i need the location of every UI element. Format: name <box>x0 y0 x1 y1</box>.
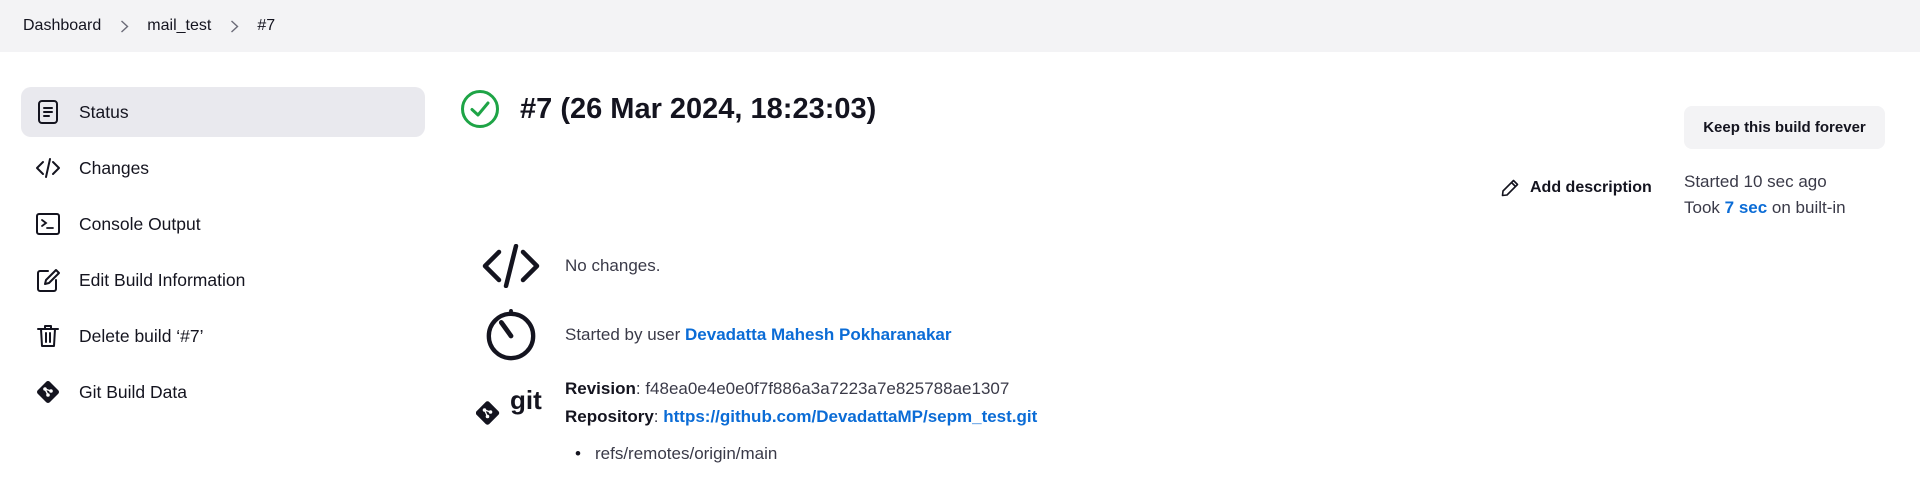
revision-row: Revision: f48ea0e4e0e0f7f886a3a7223a7e82… <box>565 379 1010 398</box>
sidebar-item-label: Delete build ‘#7’ <box>79 325 204 346</box>
repository-link[interactable]: https://github.com/DevadattaMP/sepm_test… <box>663 407 1037 426</box>
trash-icon <box>35 323 61 349</box>
breadcrumb-job[interactable]: mail_test <box>147 17 211 35</box>
breadcrumb-dashboard[interactable]: Dashboard <box>23 17 101 35</box>
sidebar-item-label: Git Build Data <box>79 381 187 402</box>
sidebar-item-label: Console Output <box>79 213 201 234</box>
sidebar-item-console-output[interactable]: Console Output <box>21 199 425 249</box>
started-text: Started 10 sec ago <box>1684 172 1827 191</box>
success-check-icon <box>461 90 499 128</box>
add-description-label: Add description <box>1530 179 1652 196</box>
branch-list: refs/remotes/origin/main <box>575 444 777 464</box>
git-logo-text: git <box>510 385 542 415</box>
build-duration-link[interactable]: 7 sec <box>1725 198 1768 217</box>
user-link[interactable]: Devadatta Mahesh Pokharanakar <box>685 325 951 344</box>
breadcrumb: Dashboard mail_test #7 <box>0 0 1920 52</box>
changes-text: No changes. <box>565 256 661 275</box>
terminal-icon <box>35 211 61 237</box>
build-cause: Started by user Devadatta Mahesh Pokhara… <box>476 305 951 365</box>
sidebar-item-status[interactable]: Status <box>21 87 425 137</box>
sidebar-item-label: Status <box>79 101 129 122</box>
sidebar-item-label: Edit Build Information <box>79 269 246 290</box>
sidebar-item-edit-build-information[interactable]: Edit Build Information <box>21 255 425 305</box>
breadcrumb-build[interactable]: #7 <box>257 17 275 35</box>
git-build-data: Revision: f48ea0e4e0e0f7f886a3a7223a7e82… <box>565 375 1037 431</box>
sidebar-item-delete-build[interactable]: Delete build ‘#7’ <box>21 311 425 361</box>
sidebar-item-git-build-data[interactable]: Git Build Data <box>21 367 425 417</box>
repository-row: Repository: https://github.com/Devadatta… <box>565 407 1038 426</box>
document-icon <box>35 99 61 125</box>
branch-item: refs/remotes/origin/main <box>575 444 777 464</box>
code-icon <box>476 236 546 296</box>
edit-icon <box>35 267 61 293</box>
sidebar-item-changes[interactable]: Changes <box>21 143 425 193</box>
build-timing: Started 10 sec ago Took 7 sec on built-i… <box>1684 169 1846 221</box>
code-icon <box>35 155 61 181</box>
add-description-button[interactable]: Add description <box>1500 178 1652 198</box>
timer-icon <box>476 305 546 365</box>
page-title: #7 (26 Mar 2024, 18:23:03) <box>520 92 877 125</box>
keep-build-forever-button[interactable]: Keep this build forever <box>1684 106 1885 149</box>
sidebar: Status Changes Console Output Edit Build… <box>21 87 425 423</box>
git-logo: git <box>476 384 546 444</box>
sidebar-item-label: Changes <box>79 157 150 178</box>
git-icon <box>35 379 61 405</box>
changes-summary: No changes. <box>476 236 660 296</box>
chevron-right-icon <box>229 19 239 33</box>
cause-text: Started by user Devadatta Mahesh Pokhara… <box>565 325 952 344</box>
pencil-icon <box>1501 179 1519 197</box>
build-header: #7 (26 Mar 2024, 18:23:03) <box>460 89 876 129</box>
took-text: Took 7 sec on built-in <box>1684 198 1846 217</box>
revision-value: f48ea0e4e0e0f7f886a3a7223a7e825788ae1307 <box>645 379 1010 398</box>
chevron-right-icon <box>119 19 129 33</box>
